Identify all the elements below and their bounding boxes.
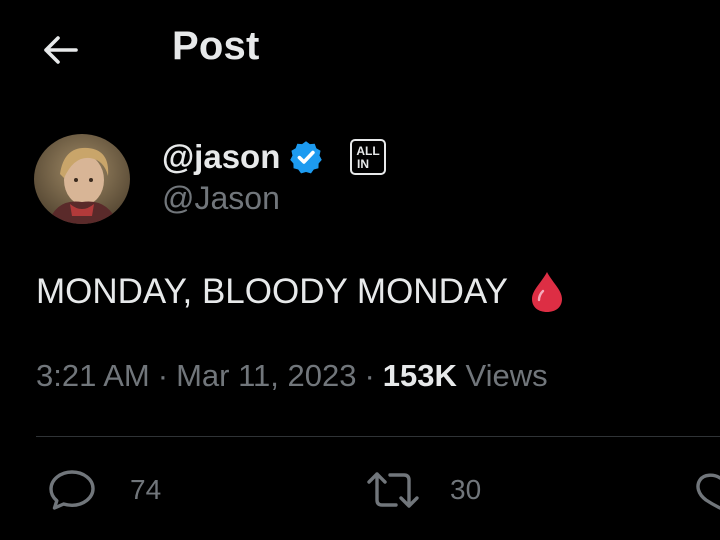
post-header: Post [0, 0, 720, 96]
arrow-left-icon [44, 36, 78, 64]
heart-icon [696, 473, 720, 510]
display-name[interactable]: @jason [162, 138, 280, 176]
author-block: @jason ALL IN @Jason [34, 132, 694, 228]
like-button[interactable] [694, 460, 720, 520]
meta-separator-2: · [364, 358, 375, 393]
retweet-icon [367, 472, 419, 508]
affiliation-badge-text-top: ALL [357, 144, 380, 158]
tweet-text: MONDAY, BLOODY MONDAY [36, 272, 508, 311]
name-row: @jason ALL IN [162, 136, 387, 178]
tweet-time[interactable]: 3:21 AM [36, 358, 150, 393]
page-title: Post [172, 24, 260, 68]
views-label: Views [465, 358, 548, 393]
affiliation-badge-text-bottom: IN [357, 157, 369, 171]
tweet-body: MONDAY, BLOODY MONDAY [36, 270, 564, 314]
action-bar: 74 30 [0, 460, 720, 520]
retweet-count: 30 [450, 474, 482, 505]
reply-button[interactable]: 74 [48, 460, 161, 520]
verified-badge-icon[interactable] [288, 139, 324, 175]
back-button[interactable] [38, 30, 82, 70]
divider [36, 436, 720, 437]
reply-bubble-icon [49, 470, 95, 510]
meta-separator: · [157, 358, 169, 393]
reply-count: 74 [130, 474, 162, 505]
avatar[interactable] [34, 134, 130, 224]
affiliation-badge[interactable]: ALL IN [350, 139, 387, 175]
retweet-button[interactable]: 30 [366, 460, 481, 520]
views-count: 153K [382, 358, 457, 393]
tweet-meta: 3:21 AM · Mar 11, 2023 · 153K Views [36, 358, 548, 394]
user-handle[interactable]: @Jason [162, 180, 280, 217]
drop-of-blood-icon [530, 270, 564, 314]
tweet-date[interactable]: Mar 11, 2023 [176, 358, 356, 393]
